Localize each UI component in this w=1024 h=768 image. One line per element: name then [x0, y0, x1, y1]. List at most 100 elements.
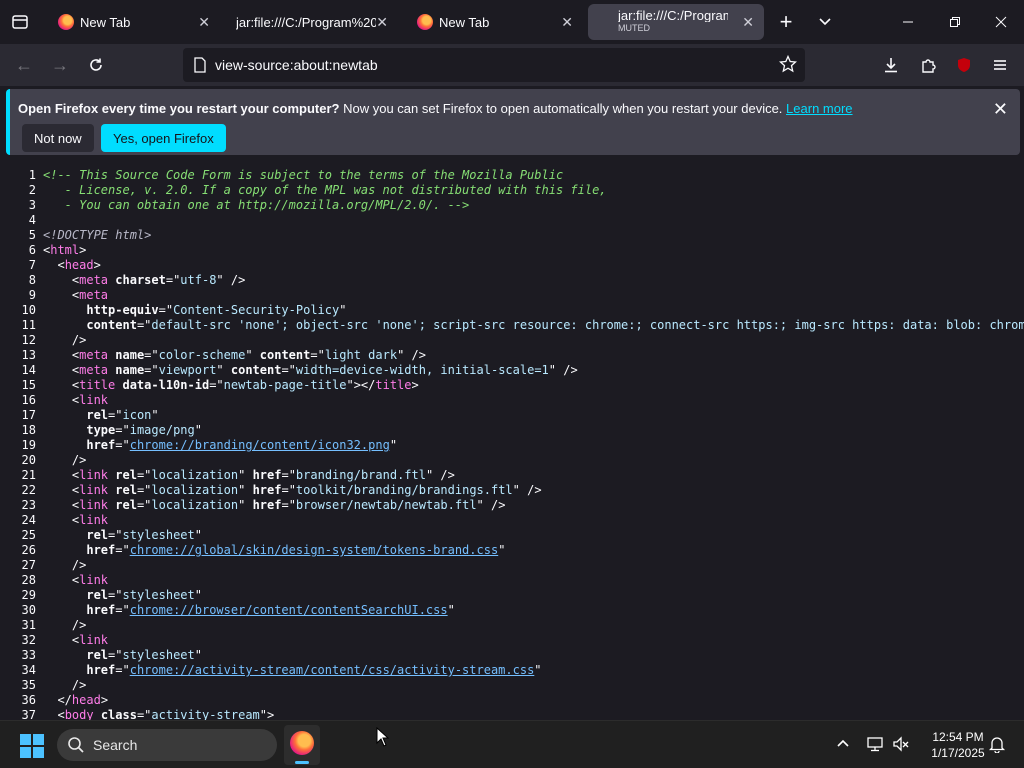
source-token: " /> [216, 273, 246, 287]
source-token: " [238, 483, 253, 497]
source-token: =" [136, 483, 152, 497]
line-number: 6 [28, 243, 36, 257]
source-token: =" [310, 348, 325, 362]
back-arrow-icon[interactable]: ← [10, 51, 38, 79]
line-number: 31 [21, 618, 36, 632]
forward-arrow-icon[interactable]: → [46, 51, 74, 79]
source-line: 6 <html> [0, 243, 1024, 258]
firefox-icon [417, 14, 433, 30]
source-token: "> [259, 708, 275, 720]
line-number: 13 [21, 348, 36, 362]
clock-time: 12:54 PM [932, 730, 984, 744]
source-token: rel [86, 528, 109, 542]
source-token: " [194, 588, 202, 602]
volume-muted-icon[interactable] [892, 735, 910, 758]
source-line: 2 - License, v. 2.0. If a copy of the MP… [0, 183, 1024, 198]
source-token: rel [115, 498, 137, 512]
line-number: 28 [21, 573, 36, 587]
search-label: Search [93, 737, 138, 753]
show-hidden-icons-chevron-icon[interactable] [836, 736, 850, 755]
close-icon[interactable]: ✕ [993, 99, 1008, 120]
source-link[interactable]: chrome://activity-stream/content/css/act… [130, 663, 535, 677]
bookmark-star-icon[interactable] [778, 54, 798, 78]
source-token: " [151, 408, 159, 422]
ublock-origin-icon[interactable] [950, 51, 978, 79]
source-token: content [86, 318, 137, 332]
window-close-icon[interactable] [987, 8, 1015, 36]
source-line: 20 /> [0, 453, 1024, 468]
source-line: 28 <link [0, 573, 1024, 588]
source-token: href [252, 468, 282, 482]
source-link[interactable]: chrome://global/skin/design-system/token… [130, 543, 498, 557]
source-line: 10 http-equiv="Content-Security-Policy" [0, 303, 1024, 318]
source-link[interactable]: chrome://browser/content/contentSearchUI… [130, 603, 448, 617]
source-token: > [79, 243, 87, 257]
notifications-bell-icon[interactable] [988, 735, 1006, 758]
source-token: toolkit/branding/brandings.ftl [295, 483, 513, 497]
source-line: 27 /> [0, 558, 1024, 573]
source-token: href [86, 543, 116, 557]
mouse-cursor-icon [376, 726, 390, 752]
source-link[interactable]: chrome://branding/content/icon32.png [130, 438, 390, 452]
downloads-icon[interactable] [877, 51, 905, 79]
source-token: =" [144, 348, 159, 362]
firefox-view-icon[interactable] [6, 8, 34, 36]
source-token: link [79, 468, 109, 482]
clock-date: 1/17/2025 [931, 746, 985, 760]
source-token: activity-stream [151, 708, 260, 720]
system-clock[interactable]: 12:54 PM 1/17/2025 [918, 729, 998, 761]
minimize-icon[interactable] [894, 8, 922, 36]
source-token: " /> [512, 483, 542, 497]
new-tab-plus-icon[interactable]: + [772, 8, 800, 36]
source-line: 14 <meta name="viewport" content="width=… [0, 363, 1024, 378]
line-number: 35 [21, 678, 36, 692]
line-number: 33 [21, 648, 36, 662]
taskbar-firefox-app[interactable] [284, 725, 320, 765]
taskbar-search[interactable]: Search [57, 729, 277, 761]
url-bar[interactable] [183, 48, 805, 82]
learn-more-link[interactable]: Learn more [786, 101, 852, 116]
source-line: 35 /> [0, 678, 1024, 693]
source-token: head [64, 258, 94, 272]
tab-jar-file-active[interactable]: jar:file:///C:/Program% MUTED ✕ [588, 4, 764, 40]
source-token [43, 528, 86, 542]
list-all-tabs-chevron-icon[interactable] [811, 8, 839, 36]
source-token: < [43, 468, 80, 482]
source-token [43, 663, 86, 677]
notification-message: Open Firefox every time you restart your… [18, 101, 853, 116]
source-line: 29 rel="stylesheet" [0, 588, 1024, 603]
yes-open-firefox-button[interactable]: Yes, open Firefox [101, 124, 226, 152]
source-code-view: 1 <!-- This Source Code Form is subject t… [0, 168, 1024, 720]
close-icon[interactable]: ✕ [198, 14, 210, 31]
hamburger-menu-icon[interactable] [986, 51, 1014, 79]
close-icon[interactable]: ✕ [742, 14, 754, 31]
source-token: class [100, 708, 137, 720]
source-line: 8 <meta charset="utf-8" /> [0, 273, 1024, 288]
source-token: type [86, 423, 116, 437]
source-token: name [115, 363, 145, 377]
source-line: 11 content="default-src 'none'; object-s… [0, 318, 1024, 333]
extensions-puzzle-icon[interactable] [914, 51, 942, 79]
url-input[interactable] [215, 54, 775, 76]
tab-title: jar:file:///C:/Program% [618, 9, 728, 22]
source-token: " [216, 363, 231, 377]
source-token: link [79, 498, 109, 512]
source-token: rel [86, 588, 109, 602]
restore-icon[interactable] [941, 8, 969, 36]
tab-new-tab-1[interactable]: New Tab ✕ [44, 4, 220, 40]
source-token: name [115, 348, 145, 362]
line-number: 29 [21, 588, 36, 602]
tab-jar-file-1[interactable]: jar:file:///C:/Program%20Fi ✕ [222, 4, 398, 40]
not-now-button[interactable]: Not now [22, 124, 94, 152]
network-icon[interactable] [866, 735, 884, 758]
source-token: > [411, 378, 419, 392]
windows-start-icon[interactable] [20, 734, 44, 763]
source-token: > [100, 693, 109, 707]
reload-icon[interactable] [82, 51, 110, 79]
source-token: <!-- This Source Code Form is subject to… [43, 168, 564, 182]
close-icon[interactable]: ✕ [561, 14, 573, 31]
tab-new-tab-2[interactable]: New Tab ✕ [403, 4, 583, 40]
source-token: =" [115, 603, 130, 617]
close-icon[interactable]: ✕ [376, 14, 388, 31]
source-token [43, 438, 86, 452]
